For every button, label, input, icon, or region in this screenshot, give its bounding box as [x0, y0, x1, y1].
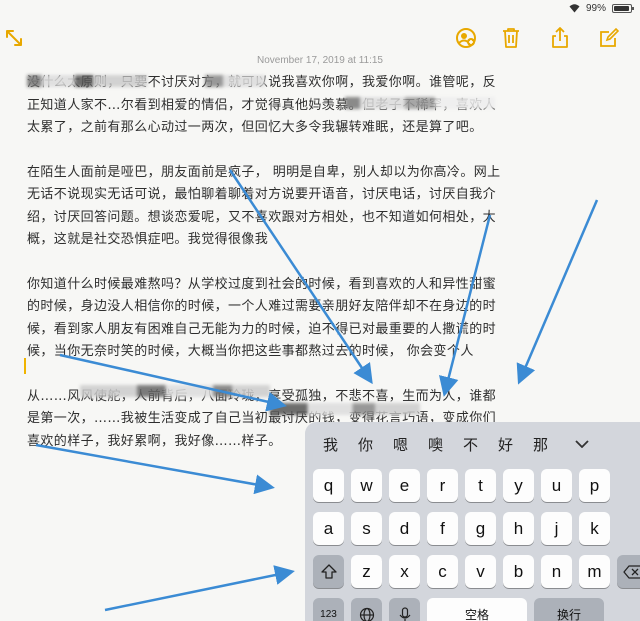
- return-key[interactable]: 换行: [534, 598, 604, 621]
- share-icon[interactable]: [548, 26, 572, 50]
- collaborate-icon[interactable]: [454, 26, 478, 50]
- key-n[interactable]: n: [541, 555, 572, 588]
- key-x[interactable]: x: [389, 555, 420, 588]
- redaction-blur: [27, 75, 147, 87]
- trash-icon[interactable]: [499, 26, 523, 50]
- candidate-bar: 我 你 嗯 噢 不 好 那: [305, 422, 640, 466]
- redaction-blur: [205, 75, 265, 87]
- key-h[interactable]: h: [503, 512, 534, 545]
- wifi-icon: [569, 4, 580, 13]
- key-y[interactable]: y: [503, 469, 534, 502]
- shift-icon: [320, 563, 337, 579]
- chevron-down-icon[interactable]: [568, 440, 596, 448]
- key-m[interactable]: m: [579, 555, 610, 588]
- candidate-1[interactable]: 我: [313, 434, 348, 455]
- key-g[interactable]: g: [465, 512, 496, 545]
- key-q[interactable]: q: [313, 469, 344, 502]
- text-cursor: [24, 358, 26, 374]
- key-t[interactable]: t: [465, 469, 496, 502]
- key-row-1: q w e r t y u p: [313, 469, 610, 502]
- key-p[interactable]: p: [579, 469, 610, 502]
- delete-key[interactable]: [617, 555, 640, 588]
- candidate-2[interactable]: 你: [348, 434, 383, 455]
- key-z[interactable]: z: [351, 555, 382, 588]
- mic-key[interactable]: [389, 598, 420, 621]
- key-f[interactable]: f: [427, 512, 458, 545]
- key-a[interactable]: a: [313, 512, 344, 545]
- key-v[interactable]: v: [465, 555, 496, 588]
- key-row-3: z x c v b n m: [313, 555, 640, 588]
- key-e[interactable]: e: [389, 469, 420, 502]
- key-j[interactable]: j: [541, 512, 572, 545]
- microphone-icon: [399, 606, 410, 621]
- expand-icon[interactable]: [2, 26, 26, 50]
- shift-key[interactable]: [313, 555, 344, 588]
- key-k[interactable]: k: [579, 512, 610, 545]
- numbers-key[interactable]: 123: [313, 598, 344, 621]
- candidate-6[interactable]: 好: [488, 434, 523, 455]
- space-key[interactable]: 空格: [427, 598, 527, 621]
- candidate-7[interactable]: 那: [523, 434, 558, 455]
- note-paragraph-2: 在陌生人面前是哑巴，朋友面前是疯子， 明明是自卑，别人却以为你高冷。网上无话不说…: [27, 164, 501, 248]
- status-bar: 99%: [569, 0, 634, 16]
- battery-icon: [612, 3, 634, 13]
- note-date: November 17, 2019 at 11:15: [256, 55, 383, 66]
- key-b[interactable]: b: [503, 555, 534, 588]
- note-body[interactable]: 没什么太原则，只要不讨厌对方，就可以说我喜欢你啊，我爱你啊。谁管呢，反正知道人家…: [27, 72, 507, 475]
- candidate-3[interactable]: 嗯: [383, 434, 418, 455]
- globe-icon: [359, 607, 374, 621]
- note-paragraph-3: 你知道什么时候最难熬吗？从学校过度到社会的时候，看到喜欢的人和异性甜蜜的时候，身…: [27, 276, 497, 360]
- key-u[interactable]: u: [541, 469, 572, 502]
- candidate-4[interactable]: 噢: [418, 434, 453, 455]
- key-c[interactable]: c: [427, 555, 458, 588]
- globe-key[interactable]: [351, 598, 382, 621]
- candidate-5[interactable]: 不: [453, 434, 488, 455]
- compose-icon[interactable]: [597, 26, 621, 50]
- key-d[interactable]: d: [389, 512, 420, 545]
- keyboard: 我 你 嗯 噢 不 好 那 q w e r t y u p a s d f g …: [305, 422, 640, 621]
- backspace-icon: [622, 564, 640, 579]
- arrow: [104, 565, 295, 612]
- key-w[interactable]: w: [351, 469, 382, 502]
- battery-percentage: 99%: [585, 2, 606, 14]
- key-row-2: a s d f g h j k: [313, 512, 610, 545]
- redaction-blur: [270, 403, 420, 415]
- redaction-blur: [80, 385, 270, 397]
- arrow: [516, 199, 599, 385]
- key-r[interactable]: r: [427, 469, 458, 502]
- key-s[interactable]: s: [351, 512, 382, 545]
- redaction-blur: [345, 97, 495, 109]
- key-row-4: 123 空格 换行: [313, 598, 604, 621]
